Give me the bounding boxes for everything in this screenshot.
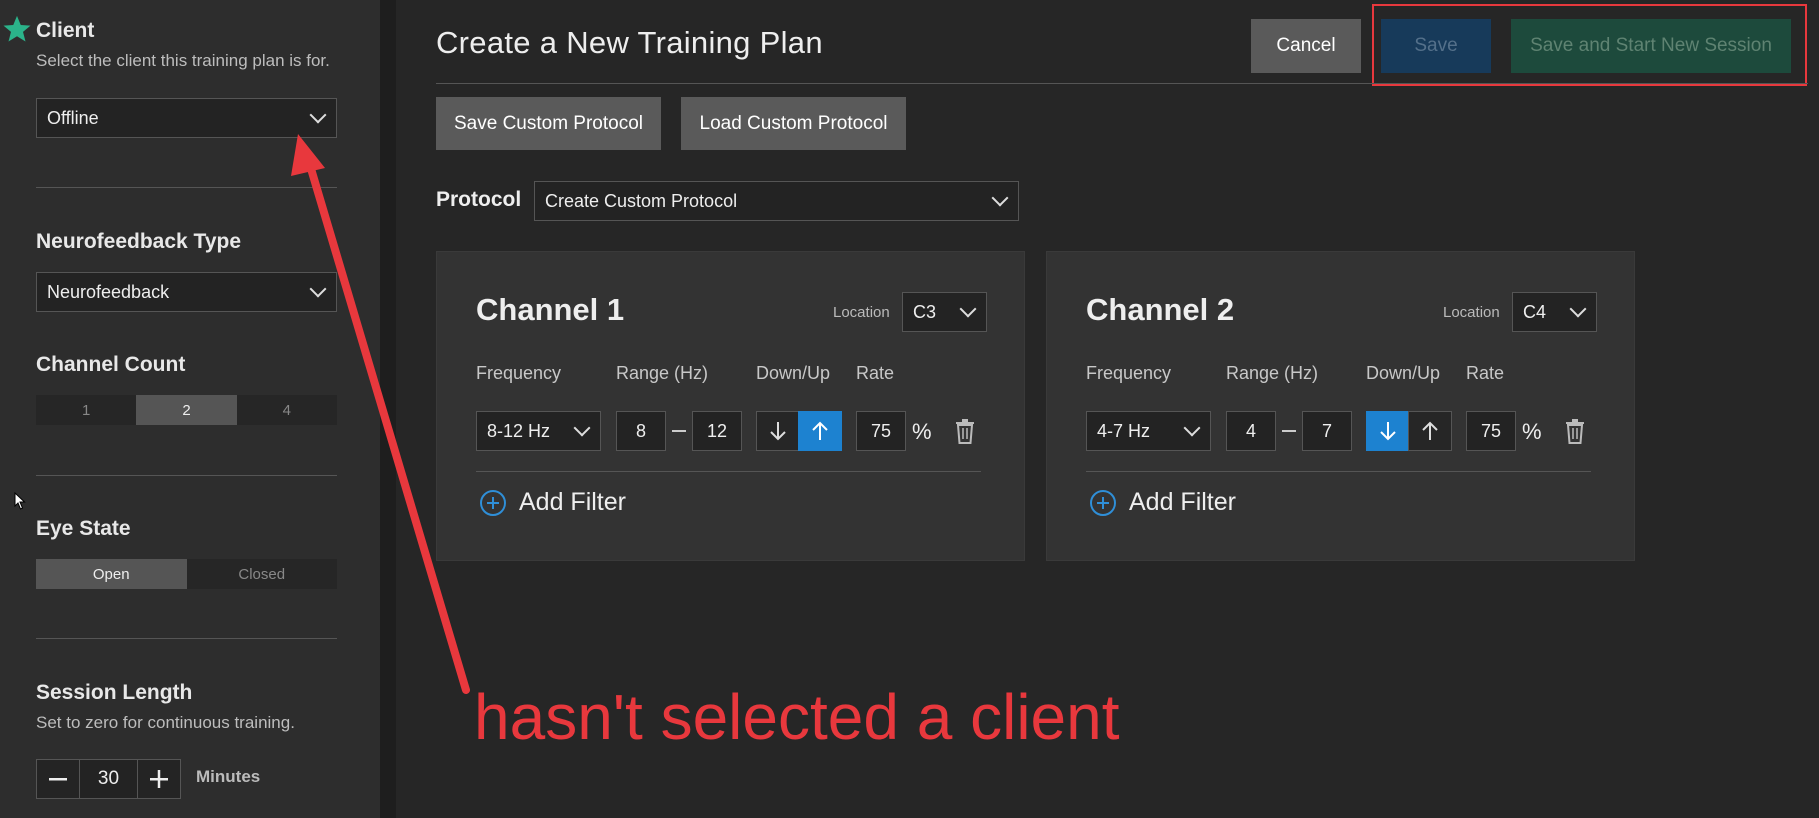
- annotation-text: hasn't selected a client: [474, 681, 1120, 753]
